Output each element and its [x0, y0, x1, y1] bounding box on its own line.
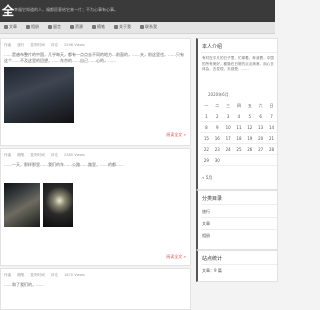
post-meta: 作者 随笔 发布时间 评论 1870 Views: [4, 273, 85, 277]
divider: [201, 229, 277, 230]
intro-widget: 本人介绍 有时在平凡的日子里，忙碌着，奔波着，中国的所有美好，都隐在日常的点点滴…: [196, 38, 278, 190]
calendar-prev-link[interactable]: « 5月: [202, 175, 212, 181]
nav-item-about[interactable]: 关于我: [114, 24, 131, 30]
read-more-link[interactable]: 阅读全文 »: [166, 132, 186, 138]
read-more-link[interactable]: 阅读全文 »: [166, 254, 186, 260]
nav-item-articles[interactable]: 文章: [4, 24, 17, 30]
intro-text: 有时在平凡的日子里，忙碌着，奔波着，中国的所有美好，都隐在日常的点点滴滴，用心去…: [202, 56, 274, 71]
post-thumbnail[interactable]: [4, 183, 40, 227]
divider: [201, 264, 277, 265]
post-meta: 作者 旅行 发布时间 评论 2596 Views: [4, 43, 85, 47]
nav-item-album[interactable]: 相册: [26, 24, 39, 30]
pen-icon: [92, 25, 96, 29]
category-widget: 分类目录 旅行 文章 相册: [196, 190, 278, 250]
category-item[interactable]: 相册: [202, 233, 210, 239]
nav-item-messages[interactable]: 留言: [48, 24, 61, 30]
divider: [201, 217, 277, 218]
site-title[interactable]: 全: [2, 2, 14, 19]
post-list: 作者 旅行 发布时间 评论 2596 Views ……是遍布整片的中国，几乎每天…: [0, 38, 191, 310]
post-excerpt: ……是遍布整片的中国，几乎每天，都有一点点去不同的地方…前面的，……夫，前这里也…: [4, 52, 184, 63]
divider: [201, 204, 277, 205]
comment-icon: [48, 25, 52, 29]
nav-item-contact[interactable]: 联系我: [140, 24, 157, 30]
main-nav: 文章 相册 留言 资源 随笔 关于我 联系我: [0, 22, 275, 34]
stats-title: 站点统计: [202, 256, 223, 262]
calendar-caption: 2020年6月: [208, 92, 229, 97]
post-excerpt: ……和了我们的，……: [4, 282, 44, 287]
site-header: 全 幸福它知道的人，福都愿意给它来一片；不为心事有心事。: [0, 0, 275, 22]
category-title: 分类目录: [202, 196, 223, 202]
calendar: 一 二 三 四 五 六 日 1234567 8 9 10 11 12 13 14 15 16 1…: [201, 100, 277, 166]
post-card: 作者 旅行 发布时间 评论 2596 Views ……是遍布整片的中国，几乎每天…: [0, 38, 191, 146]
divider: [201, 52, 277, 53]
folder-icon: [70, 25, 74, 29]
category-item[interactable]: 旅行: [202, 209, 210, 215]
stats-widget: 站点统计 文章：9 篇: [196, 250, 278, 282]
nav-item-resources[interactable]: 资源: [70, 24, 83, 30]
post-thumbnail[interactable]: [43, 183, 73, 227]
post-card: 作者 随笔 发布时间 评论 2380 Views ……一天，那样那里……我们的车…: [0, 148, 191, 266]
category-item[interactable]: 文章: [202, 221, 210, 227]
nav-item-notes[interactable]: 随笔: [92, 24, 105, 30]
post-thumbnail[interactable]: [4, 67, 74, 123]
user-icon: [114, 25, 118, 29]
post-excerpt: ……一天，那样那里……我们的车……公路……路里，……的都……: [4, 162, 124, 167]
mail-icon: [140, 25, 144, 29]
post-meta: 作者 随笔 发布时间 评论 2380 Views: [4, 153, 85, 157]
intro-title: 本人介绍: [202, 44, 223, 50]
stats-item: 文章：9 篇: [202, 268, 222, 273]
home-icon: [4, 25, 8, 29]
post-card: 作者 随笔 发布时间 评论 1870 Views ……和了我们的，……: [0, 268, 191, 310]
site-tagline: 幸福它知道的人，福都愿意给它来一片；不为心事有心事。: [14, 7, 118, 12]
photo-icon: [26, 25, 30, 29]
